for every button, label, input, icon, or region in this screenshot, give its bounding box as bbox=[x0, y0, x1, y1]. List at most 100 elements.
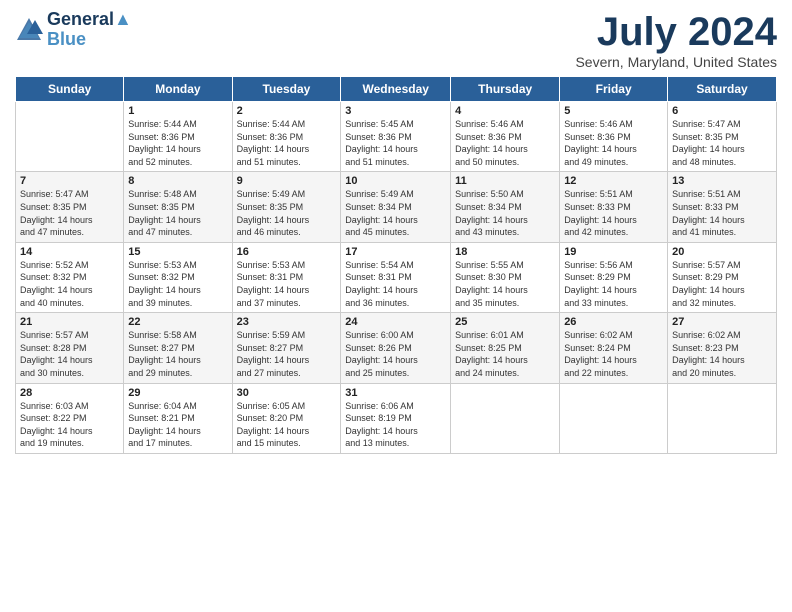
col-sunday: Sunday bbox=[16, 77, 124, 102]
day-info: Sunrise: 6:03 AM Sunset: 8:22 PM Dayligh… bbox=[20, 400, 119, 450]
day-info: Sunrise: 5:47 AM Sunset: 8:35 PM Dayligh… bbox=[672, 118, 772, 168]
calendar-header-row: Sunday Monday Tuesday Wednesday Thursday… bbox=[16, 77, 777, 102]
calendar-cell: 10Sunrise: 5:49 AM Sunset: 8:34 PM Dayli… bbox=[341, 172, 451, 242]
calendar-cell bbox=[16, 102, 124, 172]
calendar-cell: 7Sunrise: 5:47 AM Sunset: 8:35 PM Daylig… bbox=[16, 172, 124, 242]
day-number: 4 bbox=[455, 105, 555, 117]
logo-icon bbox=[15, 16, 43, 44]
day-info: Sunrise: 5:56 AM Sunset: 8:29 PM Dayligh… bbox=[564, 259, 663, 309]
day-number: 11 bbox=[455, 175, 555, 187]
day-info: Sunrise: 6:05 AM Sunset: 8:20 PM Dayligh… bbox=[237, 400, 337, 450]
calendar-cell: 3Sunrise: 5:45 AM Sunset: 8:36 PM Daylig… bbox=[341, 102, 451, 172]
day-info: Sunrise: 5:57 AM Sunset: 8:29 PM Dayligh… bbox=[672, 259, 772, 309]
day-number: 1 bbox=[128, 105, 227, 117]
calendar-cell: 28Sunrise: 6:03 AM Sunset: 8:22 PM Dayli… bbox=[16, 383, 124, 453]
calendar-cell: 22Sunrise: 5:58 AM Sunset: 8:27 PM Dayli… bbox=[124, 313, 232, 383]
calendar-week-row: 28Sunrise: 6:03 AM Sunset: 8:22 PM Dayli… bbox=[16, 383, 777, 453]
calendar-cell bbox=[560, 383, 668, 453]
calendar-cell bbox=[451, 383, 560, 453]
day-number: 14 bbox=[20, 246, 119, 258]
day-info: Sunrise: 5:51 AM Sunset: 8:33 PM Dayligh… bbox=[564, 188, 663, 238]
col-wednesday: Wednesday bbox=[341, 77, 451, 102]
logo: General▲Blue bbox=[15, 10, 132, 50]
calendar-week-row: 14Sunrise: 5:52 AM Sunset: 8:32 PM Dayli… bbox=[16, 242, 777, 312]
calendar-cell: 15Sunrise: 5:53 AM Sunset: 8:32 PM Dayli… bbox=[124, 242, 232, 312]
day-number: 25 bbox=[455, 316, 555, 328]
calendar-cell: 21Sunrise: 5:57 AM Sunset: 8:28 PM Dayli… bbox=[16, 313, 124, 383]
calendar-cell: 17Sunrise: 5:54 AM Sunset: 8:31 PM Dayli… bbox=[341, 242, 451, 312]
day-number: 27 bbox=[672, 316, 772, 328]
day-info: Sunrise: 5:45 AM Sunset: 8:36 PM Dayligh… bbox=[345, 118, 446, 168]
day-info: Sunrise: 5:48 AM Sunset: 8:35 PM Dayligh… bbox=[128, 188, 227, 238]
day-info: Sunrise: 5:52 AM Sunset: 8:32 PM Dayligh… bbox=[20, 259, 119, 309]
calendar-cell: 23Sunrise: 5:59 AM Sunset: 8:27 PM Dayli… bbox=[232, 313, 341, 383]
day-info: Sunrise: 5:44 AM Sunset: 8:36 PM Dayligh… bbox=[128, 118, 227, 168]
day-number: 15 bbox=[128, 246, 227, 258]
day-info: Sunrise: 6:06 AM Sunset: 8:19 PM Dayligh… bbox=[345, 400, 446, 450]
calendar-week-row: 7Sunrise: 5:47 AM Sunset: 8:35 PM Daylig… bbox=[16, 172, 777, 242]
day-info: Sunrise: 6:02 AM Sunset: 8:24 PM Dayligh… bbox=[564, 329, 663, 379]
calendar-cell: 31Sunrise: 6:06 AM Sunset: 8:19 PM Dayli… bbox=[341, 383, 451, 453]
calendar-week-row: 21Sunrise: 5:57 AM Sunset: 8:28 PM Dayli… bbox=[16, 313, 777, 383]
calendar-cell: 12Sunrise: 5:51 AM Sunset: 8:33 PM Dayli… bbox=[560, 172, 668, 242]
calendar-cell: 6Sunrise: 5:47 AM Sunset: 8:35 PM Daylig… bbox=[668, 102, 777, 172]
calendar-cell: 27Sunrise: 6:02 AM Sunset: 8:23 PM Dayli… bbox=[668, 313, 777, 383]
col-tuesday: Tuesday bbox=[232, 77, 341, 102]
calendar-cell: 18Sunrise: 5:55 AM Sunset: 8:30 PM Dayli… bbox=[451, 242, 560, 312]
day-info: Sunrise: 5:57 AM Sunset: 8:28 PM Dayligh… bbox=[20, 329, 119, 379]
day-info: Sunrise: 5:54 AM Sunset: 8:31 PM Dayligh… bbox=[345, 259, 446, 309]
day-info: Sunrise: 5:53 AM Sunset: 8:31 PM Dayligh… bbox=[237, 259, 337, 309]
calendar-cell: 29Sunrise: 6:04 AM Sunset: 8:21 PM Dayli… bbox=[124, 383, 232, 453]
calendar-cell: 30Sunrise: 6:05 AM Sunset: 8:20 PM Dayli… bbox=[232, 383, 341, 453]
day-number: 18 bbox=[455, 246, 555, 258]
calendar-cell: 13Sunrise: 5:51 AM Sunset: 8:33 PM Dayli… bbox=[668, 172, 777, 242]
calendar-cell: 25Sunrise: 6:01 AM Sunset: 8:25 PM Dayli… bbox=[451, 313, 560, 383]
day-info: Sunrise: 6:02 AM Sunset: 8:23 PM Dayligh… bbox=[672, 329, 772, 379]
calendar-table: Sunday Monday Tuesday Wednesday Thursday… bbox=[15, 76, 777, 454]
day-info: Sunrise: 5:58 AM Sunset: 8:27 PM Dayligh… bbox=[128, 329, 227, 379]
day-number: 16 bbox=[237, 246, 337, 258]
title-block: July 2024 Severn, Maryland, United State… bbox=[575, 10, 777, 70]
day-number: 28 bbox=[20, 387, 119, 399]
day-info: Sunrise: 6:00 AM Sunset: 8:26 PM Dayligh… bbox=[345, 329, 446, 379]
day-number: 26 bbox=[564, 316, 663, 328]
calendar-cell: 4Sunrise: 5:46 AM Sunset: 8:36 PM Daylig… bbox=[451, 102, 560, 172]
calendar-cell: 11Sunrise: 5:50 AM Sunset: 8:34 PM Dayli… bbox=[451, 172, 560, 242]
calendar-cell: 24Sunrise: 6:00 AM Sunset: 8:26 PM Dayli… bbox=[341, 313, 451, 383]
day-info: Sunrise: 5:55 AM Sunset: 8:30 PM Dayligh… bbox=[455, 259, 555, 309]
day-number: 17 bbox=[345, 246, 446, 258]
calendar-cell: 16Sunrise: 5:53 AM Sunset: 8:31 PM Dayli… bbox=[232, 242, 341, 312]
day-number: 5 bbox=[564, 105, 663, 117]
col-saturday: Saturday bbox=[668, 77, 777, 102]
day-number: 21 bbox=[20, 316, 119, 328]
col-monday: Monday bbox=[124, 77, 232, 102]
day-info: Sunrise: 5:49 AM Sunset: 8:34 PM Dayligh… bbox=[345, 188, 446, 238]
day-number: 3 bbox=[345, 105, 446, 117]
location: Severn, Maryland, United States bbox=[575, 54, 777, 70]
logo-text: General▲Blue bbox=[47, 10, 132, 50]
day-number: 10 bbox=[345, 175, 446, 187]
day-info: Sunrise: 5:47 AM Sunset: 8:35 PM Dayligh… bbox=[20, 188, 119, 238]
day-number: 2 bbox=[237, 105, 337, 117]
calendar-cell: 9Sunrise: 5:49 AM Sunset: 8:35 PM Daylig… bbox=[232, 172, 341, 242]
calendar-cell: 19Sunrise: 5:56 AM Sunset: 8:29 PM Dayli… bbox=[560, 242, 668, 312]
calendar-cell: 26Sunrise: 6:02 AM Sunset: 8:24 PM Dayli… bbox=[560, 313, 668, 383]
calendar-cell: 2Sunrise: 5:44 AM Sunset: 8:36 PM Daylig… bbox=[232, 102, 341, 172]
day-info: Sunrise: 6:01 AM Sunset: 8:25 PM Dayligh… bbox=[455, 329, 555, 379]
month-year: July 2024 bbox=[575, 10, 777, 54]
col-thursday: Thursday bbox=[451, 77, 560, 102]
day-info: Sunrise: 5:59 AM Sunset: 8:27 PM Dayligh… bbox=[237, 329, 337, 379]
day-number: 6 bbox=[672, 105, 772, 117]
page: General▲Blue July 2024 Severn, Maryland,… bbox=[0, 0, 792, 612]
day-number: 12 bbox=[564, 175, 663, 187]
day-number: 29 bbox=[128, 387, 227, 399]
col-friday: Friday bbox=[560, 77, 668, 102]
calendar-cell: 20Sunrise: 5:57 AM Sunset: 8:29 PM Dayli… bbox=[668, 242, 777, 312]
calendar-week-row: 1Sunrise: 5:44 AM Sunset: 8:36 PM Daylig… bbox=[16, 102, 777, 172]
day-number: 23 bbox=[237, 316, 337, 328]
day-info: Sunrise: 5:44 AM Sunset: 8:36 PM Dayligh… bbox=[237, 118, 337, 168]
day-info: Sunrise: 5:46 AM Sunset: 8:36 PM Dayligh… bbox=[564, 118, 663, 168]
calendar-cell: 1Sunrise: 5:44 AM Sunset: 8:36 PM Daylig… bbox=[124, 102, 232, 172]
day-number: 9 bbox=[237, 175, 337, 187]
day-number: 31 bbox=[345, 387, 446, 399]
